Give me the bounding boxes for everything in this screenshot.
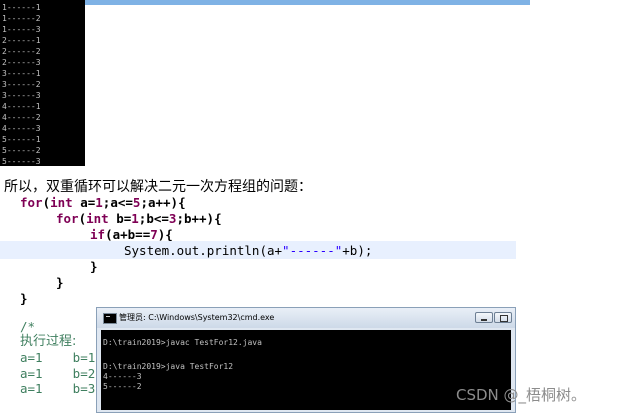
console-line: 3------2 bbox=[2, 80, 41, 89]
console-line: 1------1 bbox=[2, 3, 41, 12]
top-console-output: 1------1 1------2 1------3 2------1 2---… bbox=[0, 0, 85, 166]
code-line: if(a+b==7){ bbox=[90, 227, 173, 242]
console-line: 5------3 bbox=[2, 157, 41, 166]
console-line: 2------3 bbox=[2, 58, 41, 67]
console-line: 1------2 bbox=[2, 14, 41, 23]
cmd-output[interactable]: D:\train2019>javac TestFor12.java D:\tra… bbox=[101, 330, 511, 410]
code-line: } bbox=[90, 259, 98, 274]
console-line: 5------2 bbox=[2, 146, 41, 155]
code-comment: a=1 b=3 bbox=[20, 381, 96, 396]
cmd-titlebar[interactable]: 管理员: C:\Windows\System32\cmd.exe bbox=[97, 308, 515, 328]
minimize-button[interactable] bbox=[475, 312, 493, 323]
console-line: 1------3 bbox=[2, 25, 41, 34]
code-comment: 执行过程: bbox=[20, 334, 77, 349]
cmd-line: 5------2 bbox=[103, 382, 142, 391]
console-line: 3------3 bbox=[2, 91, 41, 100]
console-line: 3------1 bbox=[2, 69, 41, 78]
console-line: 4------1 bbox=[2, 102, 41, 111]
console-line: 4------2 bbox=[2, 113, 41, 122]
console-line: 4------3 bbox=[2, 124, 41, 133]
maximize-button[interactable] bbox=[494, 312, 512, 323]
code-line: } bbox=[20, 291, 28, 306]
watermark: CSDN @_梧桐树。 bbox=[456, 386, 587, 404]
cmd-icon bbox=[103, 313, 117, 324]
code-line: System.out.println(a+"------"+b); bbox=[124, 243, 373, 258]
console-line: 2------2 bbox=[2, 47, 41, 56]
code-comment: a=1 b=1 bbox=[20, 350, 96, 365]
console-line: 2------1 bbox=[2, 36, 41, 45]
paragraph-text: 所以，双重循环可以解决二元一次方程组的问题： bbox=[4, 179, 312, 195]
cmd-line: D:\train2019>java TestFor12 bbox=[103, 362, 234, 371]
cmd-line: 4------3 bbox=[103, 372, 142, 381]
selection-highlight bbox=[85, 0, 530, 5]
cmd-line: D:\train2019>javac TestFor12.java bbox=[103, 338, 262, 347]
cmd-window[interactable]: 管理员: C:\Windows\System32\cmd.exe D:\trai… bbox=[96, 307, 516, 413]
console-line: 5------1 bbox=[2, 135, 41, 144]
code-line: for(int a=1;a<=5;a++){ bbox=[20, 195, 186, 210]
cmd-title: 管理员: C:\Windows\System32\cmd.exe bbox=[119, 313, 275, 322]
code-line: for(int b=1;b<=3;b++){ bbox=[56, 211, 222, 226]
code-line: } bbox=[56, 275, 64, 290]
